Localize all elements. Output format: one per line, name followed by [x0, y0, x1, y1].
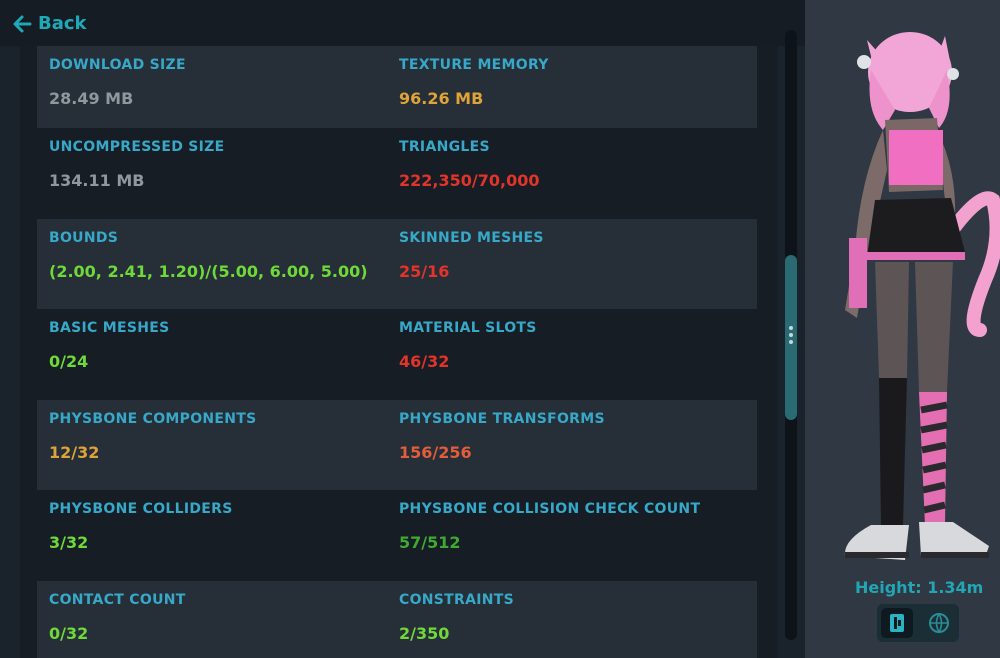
arrow-left-icon [13, 15, 32, 32]
stats-row-physbone-colliders: PHYSBONE COLLIDERS 3/32 PHYSBONE COLLISIO… [37, 490, 757, 580]
stat-label: TRIANGLES [399, 139, 490, 155]
stat-value: 0/24 [49, 352, 89, 371]
info-icon [890, 614, 904, 632]
globe-view-button[interactable] [923, 608, 955, 638]
stat-value: 134.11 MB [49, 171, 145, 190]
avatar-preview[interactable] [805, 0, 1000, 658]
globe-icon [929, 613, 949, 634]
stat-value: 57/512 [399, 533, 461, 552]
stat-value: 25/16 [399, 262, 450, 281]
stat-value: 156/256 [399, 443, 472, 462]
stat-label: CONSTRAINTS [399, 592, 514, 608]
avatar-height: Height: 1.34m [855, 578, 984, 597]
stat-value: 46/32 [399, 352, 450, 371]
back-label: Back [38, 13, 87, 34]
stat-value: 2/350 [399, 624, 450, 643]
stats-row-contacts: CONTACT COUNT 0/32 CONSTRAINTS 2/350 [37, 581, 757, 658]
stat-label: TEXTURE MEMORY [399, 57, 549, 73]
avatar-figure [844, 32, 1000, 560]
top-bar: Back [0, 0, 805, 46]
stats-row-download: DOWNLOAD SIZE 28.49 MB TEXTURE MEMORY 96.2… [37, 46, 757, 128]
panel-resize-handle[interactable] [789, 326, 793, 346]
stat-value: 12/32 [49, 443, 100, 462]
stat-label: PHYSBONE COLLIDERS [49, 501, 233, 517]
stat-value: (2.00, 2.41, 1.20)/(5.00, 6.00, 5.00) [49, 262, 368, 281]
stats-row-bounds: BOUNDS (2.00, 2.41, 1.20)/(5.00, 6.00, 5.… [37, 219, 757, 309]
info-view-button[interactable] [881, 608, 913, 638]
stats-list: DOWNLOAD SIZE 28.49 MB TEXTURE MEMORY 96.2… [20, 46, 778, 658]
stat-label: BASIC MESHES [49, 320, 170, 336]
stat-label: PHYSBONE TRANSFORMS [399, 411, 605, 427]
stat-value: 96.26 MB [399, 89, 484, 108]
stat-value: 28.49 MB [49, 89, 134, 108]
stat-label: UNCOMPRESSED SIZE [49, 139, 225, 155]
stat-value: 3/32 [49, 533, 89, 552]
stats-row-uncompressed: UNCOMPRESSED SIZE 134.11 MB TRIANGLES 222,… [37, 128, 757, 218]
stat-label: BOUNDS [49, 230, 119, 246]
stat-label: SKINNED MESHES [399, 230, 544, 246]
stat-label: CONTACT COUNT [49, 592, 186, 608]
stats-row-basic-meshes: BASIC MESHES 0/24 MATERIAL SLOTS 46/32 [37, 309, 757, 399]
stat-label: DOWNLOAD SIZE [49, 57, 186, 73]
stat-value: 0/32 [49, 624, 89, 643]
stat-value: 222,350/70,000 [399, 171, 540, 190]
back-button[interactable]: Back [12, 13, 87, 34]
stats-panel: DOWNLOAD SIZE 28.49 MB TEXTURE MEMORY 96.2… [0, 46, 805, 658]
stats-row-physbone-components: PHYSBONE COMPONENTS 12/32 PHYSBONE TRANSF… [37, 400, 757, 490]
stat-label: MATERIAL SLOTS [399, 320, 537, 336]
preview-mode-toggle [877, 604, 959, 642]
stat-label: PHYSBONE COLLISION CHECK COUNT [399, 501, 701, 517]
stat-label: PHYSBONE COMPONENTS [49, 411, 257, 427]
